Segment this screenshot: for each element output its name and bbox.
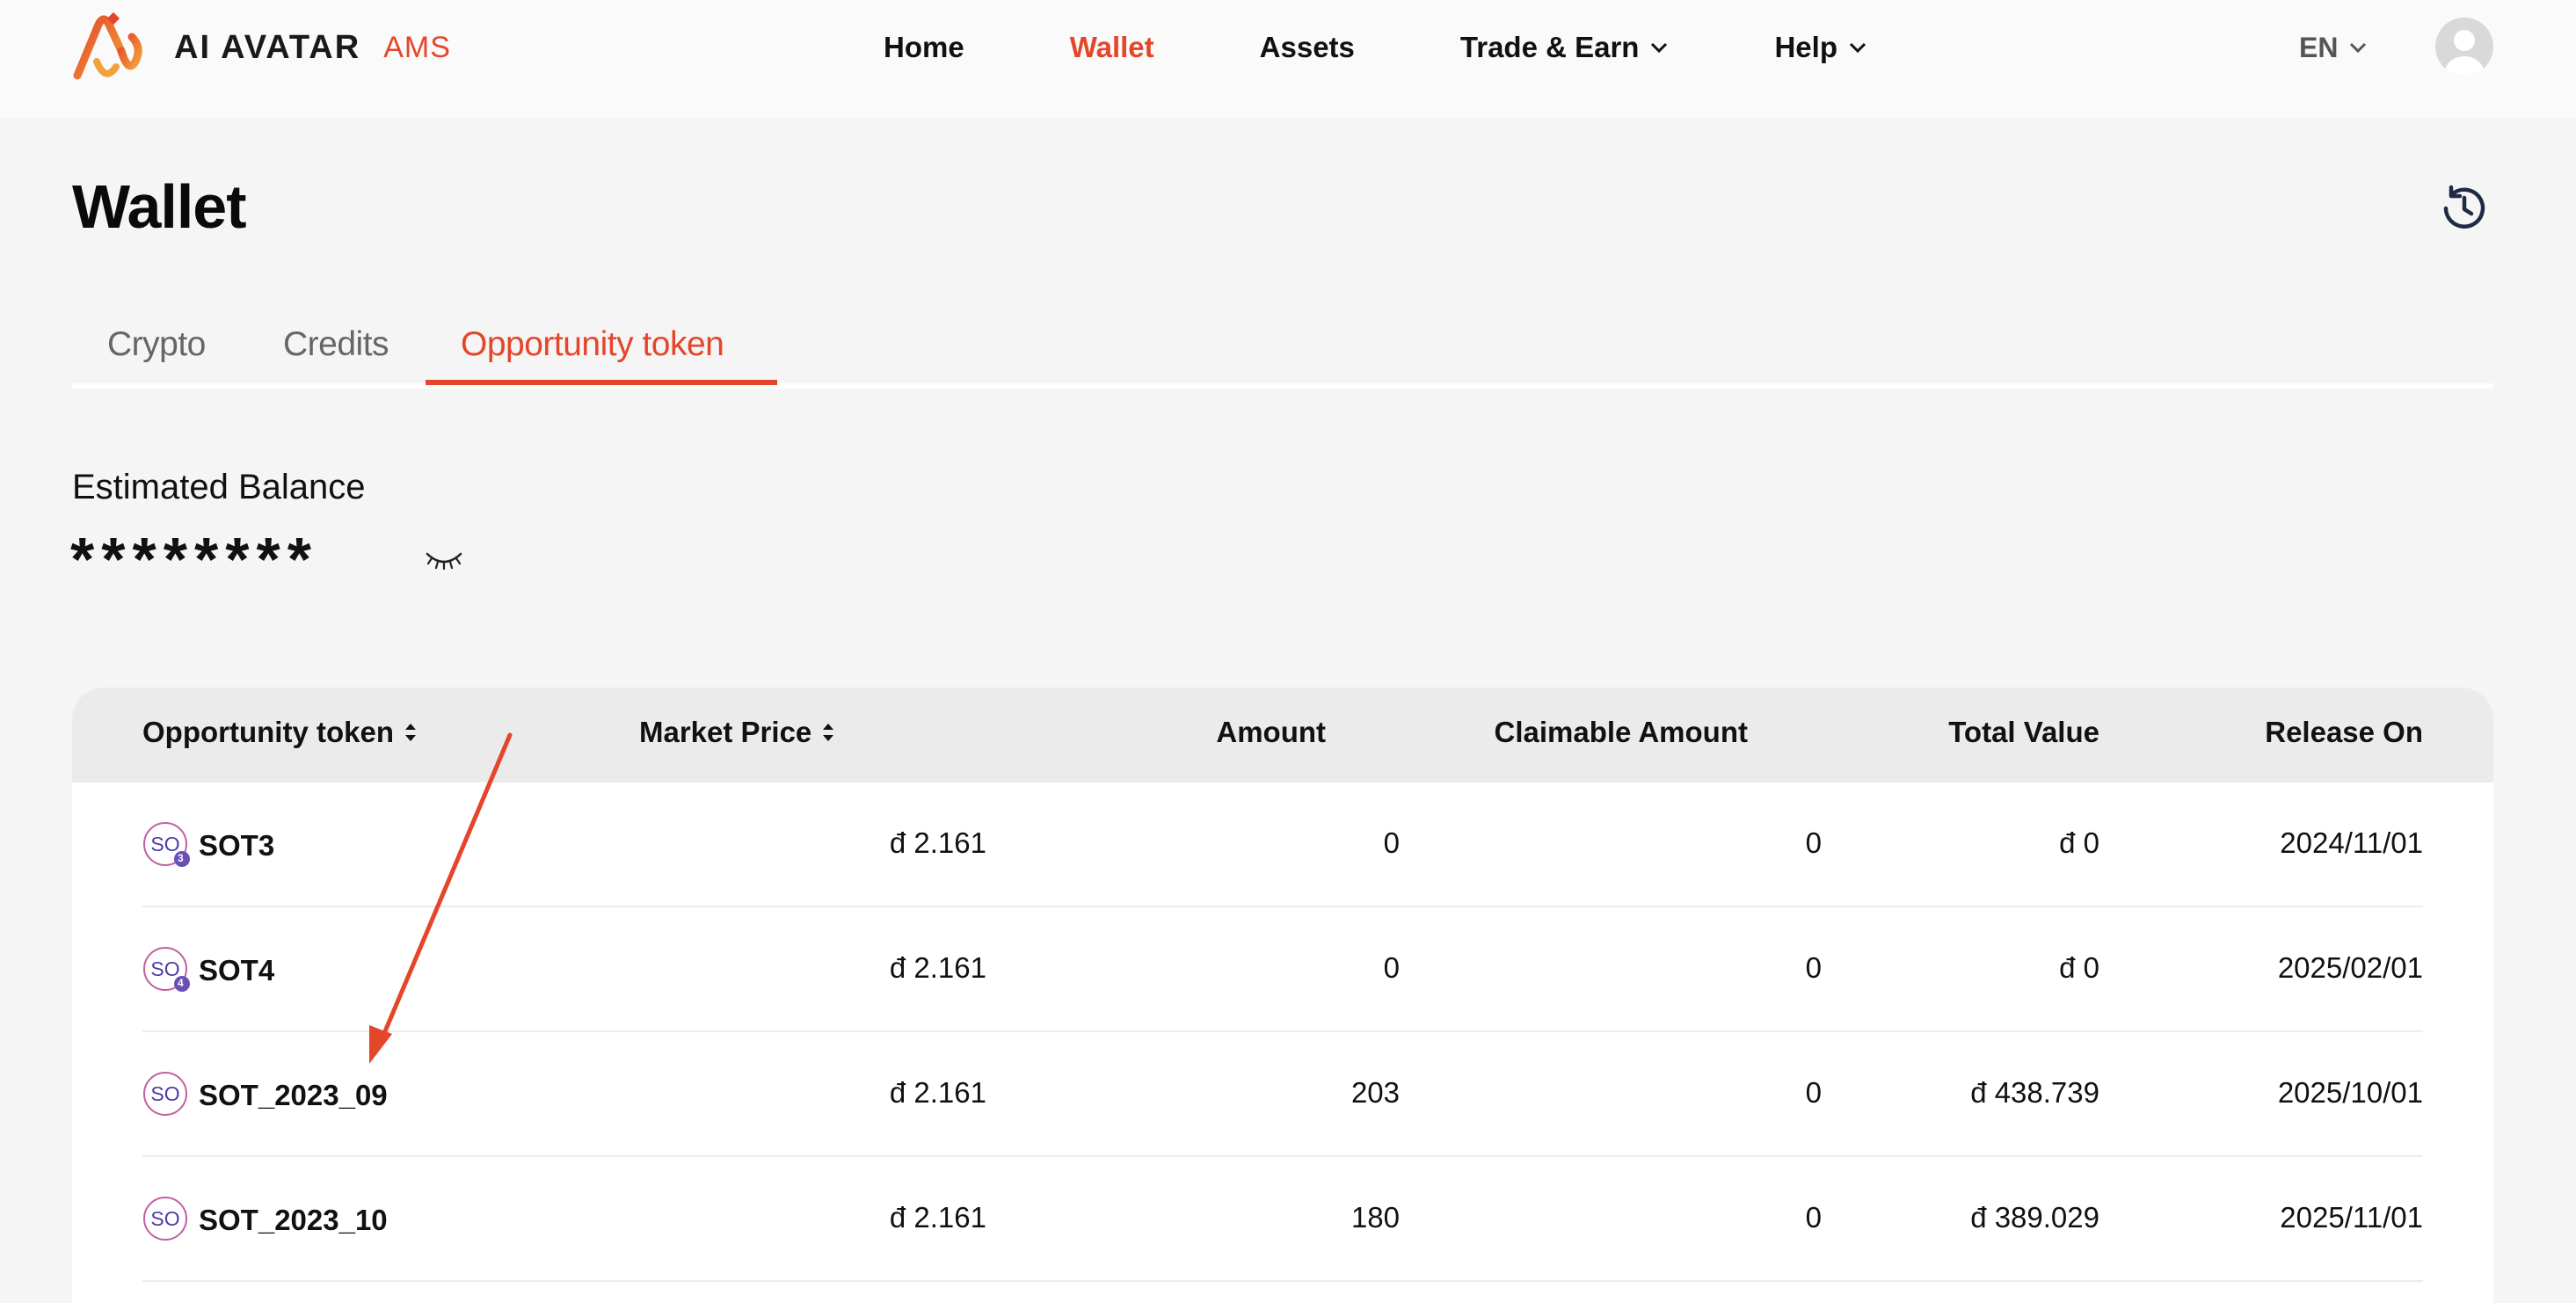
nav-help[interactable]: Help [1774, 31, 1867, 64]
token-name: SOT_2023_09 [199, 1079, 388, 1111]
claimable-amount: 0 [1805, 1201, 1822, 1234]
user-avatar[interactable] [2435, 18, 2493, 76]
header-total-value: Total Value [1948, 716, 2099, 749]
release-on: 2025/02/01 [2277, 951, 2423, 984]
header-label: Amount [1216, 716, 1326, 748]
user-silhouette-icon [2445, 30, 2484, 76]
token-logo-icon: SO 3 [142, 821, 192, 870]
header-opportunity-token[interactable]: Opportunity token [142, 716, 418, 749]
token-name: SOT4 [199, 954, 275, 986]
history-clock-icon [2443, 185, 2485, 229]
page-title: Wallet [72, 172, 247, 241]
chevron-down-icon [1651, 42, 1668, 54]
token-cell: SO SOT_2023_10 [142, 1196, 388, 1245]
token-logo-icon: SO [142, 1071, 192, 1120]
release-on: 2025/10/01 [2277, 1076, 2423, 1109]
table-header: Opportunity token Market Price Amount Cl… [72, 688, 2493, 783]
amount: 0 [1383, 826, 1400, 859]
nav-wallet-label: Wallet [1069, 31, 1154, 63]
history-button[interactable] [2437, 181, 2492, 236]
market-price: đ 2.161 [889, 1076, 986, 1109]
header-label: Claimable Amount [1494, 716, 1748, 748]
table-row[interactable]: SO SOT_2023_09 đ 2.161 203 0 đ 438.739 2… [142, 1032, 2423, 1157]
brand-subtitle: AMS [383, 30, 451, 64]
amount: 203 [1350, 1076, 1400, 1109]
release-on: 2024/11/01 [2280, 826, 2423, 859]
token-cell: SO SOT_2023_09 [142, 1071, 388, 1120]
tab-credits[interactable]: Credits [283, 325, 389, 364]
brand-name: AI AVATAR [174, 28, 361, 66]
estimated-balance-label: Estimated Balance [72, 468, 366, 506]
table-row[interactable]: SO SOT_2023_10 đ 2.161 180 0 đ 389.029 2… [142, 1157, 2423, 1282]
token-cell: SO 3 SOT3 [142, 821, 274, 870]
header-label: Total Value [1948, 716, 2099, 748]
total-value: đ 0 [2059, 826, 2099, 859]
market-price: đ 2.161 [889, 951, 986, 984]
total-value: đ 0 [2059, 951, 2099, 984]
toggle-balance-visibility[interactable] [424, 542, 464, 577]
total-value: đ 438.739 [1970, 1076, 2099, 1109]
svg-text:SO: SO [150, 1082, 179, 1105]
nav-trade-earn[interactable]: Trade & Earn [1460, 31, 1670, 64]
nav-home-label: Home [884, 31, 964, 63]
claimable-amount: 0 [1805, 1076, 1822, 1109]
header-claimable-amount: Claimable Amount [1495, 716, 1748, 749]
tab-crypto[interactable]: Crypto [107, 325, 206, 364]
ai-avatar-logo-icon [73, 12, 142, 80]
tab-opportunity-token[interactable]: Opportunity token [461, 325, 724, 364]
table-row[interactable]: SO 3 SOT3 đ 2.161 0 0 đ 0 2024/11/01 [142, 783, 2423, 907]
chevron-down-icon [2350, 42, 2367, 54]
release-on: 2025/11/01 [2280, 1201, 2423, 1234]
claimable-amount: 0 [1805, 826, 1822, 859]
language-selector[interactable]: EN [2299, 25, 2368, 70]
header-amount: Amount [1216, 716, 1326, 749]
token-badge: 4 [178, 977, 184, 989]
svg-text:SO: SO [150, 957, 179, 980]
eye-closed-icon [426, 552, 462, 571]
active-tab-indicator [426, 380, 777, 385]
nav-assets-label: Assets [1259, 31, 1355, 63]
token-logo-icon: SO [142, 1196, 192, 1245]
nav-wallet[interactable]: Wallet [1070, 31, 1154, 64]
header-release-on: Release On [2265, 716, 2423, 749]
market-price: đ 2.161 [889, 1201, 986, 1234]
header-label: Release On [2265, 716, 2423, 748]
market-price: đ 2.161 [889, 826, 986, 859]
top-header: AI AVATAR AMS Home Wallet Assets Trade &… [0, 0, 2576, 118]
token-name: SOT_2023_10 [199, 1204, 388, 1236]
total-value: đ 389.029 [1970, 1201, 2099, 1234]
header-label: Opportunity token [142, 716, 394, 748]
wallet-tabs: Crypto Credits Opportunity token [72, 308, 2493, 389]
header-label: Market Price [639, 716, 812, 748]
table-row[interactable]: SO 4 SOT4 đ 2.161 0 0 đ 0 2025/02/01 [142, 907, 2423, 1032]
amount: 0 [1383, 951, 1400, 984]
token-cell: SO 4 SOT4 [142, 946, 274, 995]
token-name: SOT3 [199, 829, 275, 862]
brand-logo[interactable]: AI AVATAR AMS [70, 12, 451, 83]
language-label: EN [2299, 31, 2339, 63]
claimable-amount: 0 [1805, 951, 1822, 984]
amount: 180 [1350, 1201, 1400, 1234]
svg-text:SO: SO [150, 1207, 179, 1230]
estimated-balance-value: ******** [70, 525, 318, 593]
opportunity-token-table: Opportunity token Market Price Amount Cl… [72, 688, 2493, 1303]
token-logo-icon: SO 4 [142, 946, 192, 995]
token-badge: 3 [178, 852, 184, 864]
nav-trade-earn-label: Trade & Earn [1459, 31, 1640, 63]
nav-home[interactable]: Home [884, 31, 964, 64]
svg-text:SO: SO [150, 833, 179, 855]
main-nav: Home Wallet Assets Trade & Earn Help [884, 25, 1973, 70]
nav-help-label: Help [1774, 31, 1837, 63]
nav-assets[interactable]: Assets [1260, 31, 1355, 64]
chevron-down-icon [1849, 42, 1867, 54]
sort-icon [823, 724, 834, 741]
sort-icon [404, 724, 416, 741]
header-market-price[interactable]: Market Price [639, 716, 836, 749]
